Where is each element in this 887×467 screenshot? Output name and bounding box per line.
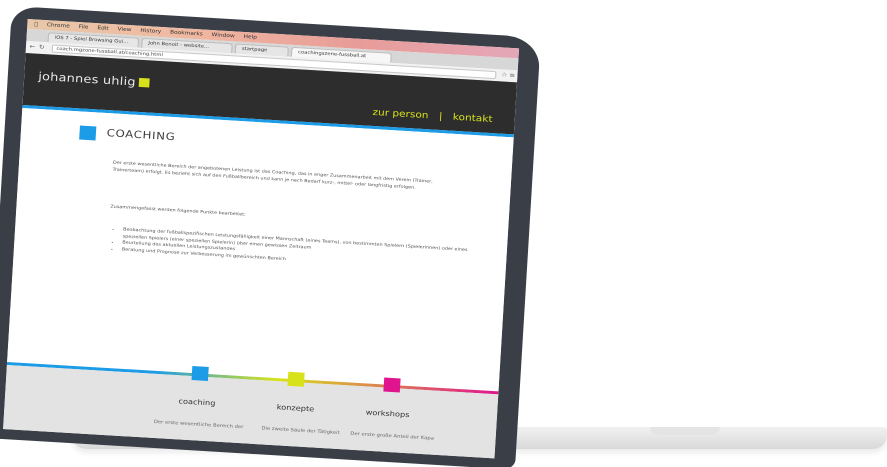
menu-item[interactable]: Edit [97, 23, 109, 34]
intro-paragraph: Der erste wesentliche Bereich der angebo… [112, 159, 433, 190]
footer-text: Die zweite Säule der Tätigkeit [261, 426, 340, 437]
footer-label-workshops[interactable]: workshops [365, 409, 409, 420]
konzepte-square-icon[interactable] [287, 371, 305, 387]
apple-icon:  [34, 19, 38, 29]
page-title: COACHING [106, 128, 176, 144]
menu-item[interactable]: File [78, 22, 88, 33]
nav-link-person[interactable]: zur person [372, 108, 429, 121]
summary-text: Zusammengefasst werden folgende Punkte b… [110, 203, 246, 217]
screen-bezel:  Chrome File Edit View History Bookmark… [0, 6, 541, 467]
back-icon[interactable]: ← [29, 43, 35, 51]
screen:  Chrome File Edit View History Bookmark… [3, 18, 520, 459]
nav-link-kontakt[interactable]: kontakt [452, 113, 492, 125]
menu-icon[interactable]: ≡ [509, 72, 515, 80]
footer-label-konzepte[interactable]: konzepte [277, 403, 315, 413]
bullet-list: Beobachtung der fußballspezifischen Leis… [115, 226, 475, 273]
logo[interactable]: johannes uhlig [37, 69, 151, 90]
main-content: COACHING Der erste wesentliche Bereich d… [6, 107, 514, 398]
reload-icon[interactable]: ↻ [39, 44, 45, 52]
coaching-square-icon [79, 124, 97, 140]
coaching-square-icon[interactable] [191, 366, 209, 382]
nav-separator: | [438, 111, 443, 123]
star-icon[interactable]: ☆ [501, 71, 508, 79]
laptop-lid:  Chrome File Edit View History Bookmark… [0, 0, 887, 467]
footer-label-coaching[interactable]: coaching [178, 397, 215, 407]
section-heading: COACHING [79, 121, 176, 146]
footer-text: Der erste wesentliche Bereich der [153, 419, 244, 431]
logo-text: johannes uhlig [37, 69, 137, 89]
laptop-mockup:  Chrome File Edit View History Bookmark… [0, 0, 887, 467]
footer-text: Der erste große Anteil der Kapa [350, 431, 434, 442]
workshops-square-icon[interactable] [383, 377, 401, 393]
logo-square-icon [138, 77, 151, 88]
top-nav: zur person | kontakt [369, 108, 497, 126]
